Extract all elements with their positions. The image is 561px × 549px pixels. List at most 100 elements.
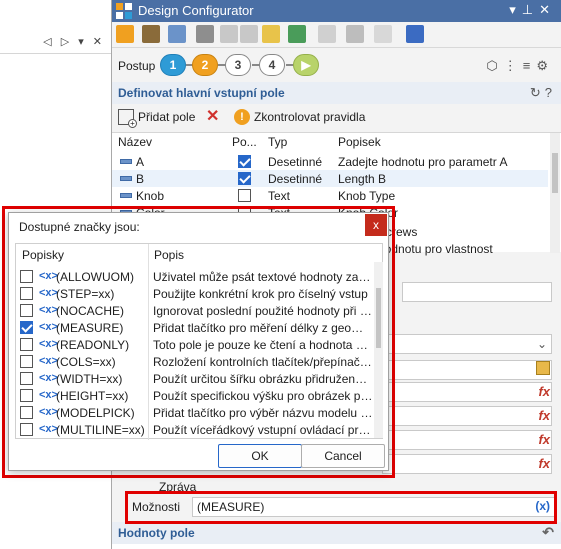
tag-checkbox[interactable] xyxy=(20,372,33,385)
delete-icon[interactable]: ✕ xyxy=(206,106,219,126)
column-header-tags[interactable]: Popisky xyxy=(22,248,64,262)
tag-checkbox[interactable] xyxy=(20,423,33,436)
check-rules-button[interactable]: ! Zkontrolovat pravidla xyxy=(234,108,365,126)
formula-icon[interactable]: fx xyxy=(538,456,550,471)
column-header-description[interactable]: Popis xyxy=(154,248,184,262)
step-1-button[interactable]: 1 xyxy=(160,54,186,76)
section-title: Hodnoty pole xyxy=(118,526,195,540)
tag-row-readonly[interactable]: <x> (READONLY) Toto pole je pouze ke čte… xyxy=(16,336,374,353)
configurator-icon[interactable] xyxy=(116,25,134,43)
gear-icon[interactable]: ⚙ xyxy=(536,58,554,73)
box-icon[interactable] xyxy=(142,25,160,43)
step-2-button[interactable]: 2 xyxy=(192,54,218,76)
field-label: Knob Type xyxy=(338,189,396,203)
tag-name: (COLS=xx) xyxy=(56,355,116,369)
formula-icon[interactable]: fx xyxy=(538,384,550,399)
tag-checkbox[interactable] xyxy=(20,406,33,419)
tab-nav-arrows[interactable]: ◁ ▷ ▾ ✕ xyxy=(43,35,105,48)
tag-checkbox[interactable] xyxy=(20,270,33,283)
refresh-icon[interactable]: ↻ xyxy=(530,85,545,100)
close-button[interactable]: x xyxy=(365,214,387,236)
table-row[interactable]: Knob Text Knob Type xyxy=(112,187,548,204)
step-3-button[interactable]: 3 xyxy=(225,54,251,76)
tag-row-step[interactable]: <x> (STEP=xx) Použijte konkrétní krok pr… xyxy=(16,285,374,302)
undo-icon[interactable]: ↶ xyxy=(542,524,554,541)
run-step-button[interactable]: ▶ xyxy=(293,54,319,76)
left-tab-bar: ◁ ▷ ▾ ✕ xyxy=(0,32,111,54)
folder-icon[interactable] xyxy=(536,361,550,375)
cube-icon[interactable] xyxy=(318,25,336,43)
add-field-button[interactable]: + Přidat pole xyxy=(118,108,195,128)
property-field[interactable] xyxy=(382,360,552,380)
tag-row-width[interactable]: <x> (WIDTH=xx) Použít určitou šířku obrá… xyxy=(16,370,374,387)
grid-scrollbar-thumb[interactable] xyxy=(552,153,558,193)
tag-row-height[interactable]: <x> (HEIGHT=xx) Použít specifickou výšku… xyxy=(16,387,374,404)
parameter-icon xyxy=(120,193,132,198)
property-field[interactable] xyxy=(382,454,552,474)
property-field[interactable] xyxy=(402,282,552,302)
formula-icon[interactable]: fx xyxy=(538,408,550,423)
tag-checkbox[interactable] xyxy=(20,389,33,402)
check-rules-label: Zkontrolovat pravidla xyxy=(254,110,366,124)
field-name: Knob xyxy=(136,189,165,203)
grid-scrollbar[interactable] xyxy=(550,133,560,253)
panel-titlebar[interactable]: Design Configurator ▾⊥✕ xyxy=(112,0,561,22)
tag-description: Použít určitou šířku obrázku přidruženéh… xyxy=(153,372,373,386)
field-type: Desetinné xyxy=(268,155,323,169)
tag-name: (MODELPICK) xyxy=(56,406,135,420)
tag-row-measure[interactable]: <x> (MEASURE) Přidat tlačítko pro měření… xyxy=(16,319,374,336)
tag-row-multiline[interactable]: <x> (MULTILINE=xx) Použít víceřádkový vs… xyxy=(16,421,374,438)
property-field[interactable] xyxy=(382,406,552,426)
tag-row-modelpick[interactable]: <x> (MODELPICK) Přidat tlačítko pro výbě… xyxy=(16,404,374,421)
close-icon[interactable]: ✕ xyxy=(539,2,556,17)
tag-checkbox[interactable] xyxy=(20,287,33,300)
wrench-icon[interactable] xyxy=(374,25,392,43)
dialog-scrollbar-thumb[interactable] xyxy=(376,288,381,348)
tag-name: (MEASURE) xyxy=(56,321,124,335)
tag-row-allowuom[interactable]: <x> (ALLOWUOM) Uživatel může psát textov… xyxy=(16,268,374,285)
property-field[interactable] xyxy=(382,430,552,450)
field-required-checkbox[interactable] xyxy=(238,172,251,185)
tag-checkbox[interactable] xyxy=(20,321,33,334)
tag-row-nocache[interactable]: <x> (NOCACHE) Ignorovat poslední použité… xyxy=(16,302,374,319)
formula-icon[interactable]: fx xyxy=(538,432,550,447)
field-required-checkbox[interactable] xyxy=(238,155,251,168)
property-dropdown[interactable]: ⌄ xyxy=(382,334,552,354)
help-icon[interactable]: ? xyxy=(545,85,556,100)
field-required-checkbox[interactable] xyxy=(238,189,251,202)
cursor-select-icon[interactable] xyxy=(220,25,238,43)
warning-icon: ! xyxy=(234,109,250,125)
field-values-section-header[interactable]: Hodnoty pole ↶ xyxy=(112,522,561,544)
tag-description: Použijte konkrétní krok pro číselný vstu… xyxy=(153,287,368,301)
heatmap-icon[interactable] xyxy=(288,25,306,43)
ok-button[interactable]: OK xyxy=(218,444,302,468)
tag-checkbox[interactable] xyxy=(20,338,33,351)
main-fields-section-header[interactable]: Definovat hlavní vstupní pole ↻? xyxy=(112,82,561,104)
grid-header-type[interactable]: Typ xyxy=(268,135,287,149)
grid-header-label[interactable]: Popisek xyxy=(338,135,381,149)
dropdown-icon[interactable]: ▾ xyxy=(509,2,522,17)
grid-header-required[interactable]: Po... xyxy=(232,135,257,149)
tag-checkbox[interactable] xyxy=(20,304,33,317)
options-input[interactable]: (MEASURE) (x) xyxy=(192,497,555,517)
grid-header-name[interactable]: Název xyxy=(118,135,152,149)
cancel-button[interactable]: Cancel xyxy=(301,444,385,468)
tag-checkbox[interactable] xyxy=(20,355,33,368)
grid-table-icon[interactable] xyxy=(168,25,186,43)
pin-icon[interactable]: ⊥ xyxy=(522,2,539,17)
tags-button[interactable]: (x) xyxy=(535,499,550,513)
tag-row-cols[interactable]: <x> (COLS=xx) Rozložení kontrolních tlač… xyxy=(16,353,374,370)
settings-chip-icon[interactable] xyxy=(406,25,424,43)
field-label: Length B xyxy=(338,172,387,186)
window-controls[interactable]: ▾⊥✕ xyxy=(509,2,556,18)
tree-view-icon[interactable]: ⋮≡ xyxy=(504,58,537,73)
component-icon[interactable]: ⬡ xyxy=(486,58,503,73)
property-field[interactable] xyxy=(382,382,552,402)
tools-icon[interactable] xyxy=(196,25,214,43)
link-icon[interactable] xyxy=(240,25,258,43)
layers-icon[interactable] xyxy=(346,25,364,43)
table-row[interactable]: B Desetinné Length B xyxy=(112,170,548,187)
table-row[interactable]: A Desetinné Zadejte hodnotu pro parametr… xyxy=(112,153,548,170)
step-4-button[interactable]: 4 xyxy=(259,54,285,76)
image-grid-icon[interactable] xyxy=(262,25,280,43)
